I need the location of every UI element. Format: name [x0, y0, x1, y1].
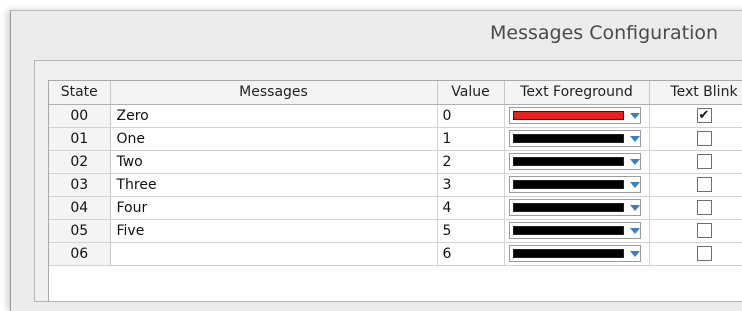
value-cell[interactable]: 5 [437, 219, 505, 243]
window-title: Messages Configuration [490, 22, 719, 44]
text-blink-cell: ✔ [649, 104, 742, 128]
state-cell: 00 [49, 104, 111, 128]
table-row[interactable]: 02 Two 2 [49, 150, 742, 174]
text-blink-cell [649, 242, 742, 266]
state-cell: 03 [49, 173, 111, 197]
color-swatch [512, 226, 624, 235]
table-row[interactable]: 03 Three 3 [49, 173, 742, 197]
value-cell[interactable]: 2 [437, 150, 505, 174]
text-blink-checkbox[interactable] [696, 246, 712, 261]
value-cell[interactable]: 4 [437, 196, 505, 220]
column-header-messages[interactable]: Messages [110, 81, 438, 105]
state-cell: 01 [49, 127, 111, 151]
text-foreground-dropdown[interactable] [508, 222, 641, 239]
text-foreground-cell [504, 104, 650, 128]
message-cell[interactable]: Four [110, 196, 438, 220]
text-blink-cell [649, 127, 742, 151]
column-header-text-foreground[interactable]: Text Foreground [504, 81, 650, 105]
message-cell[interactable]: Zero [110, 104, 438, 128]
table-row[interactable]: 06 6 [49, 242, 742, 266]
value-cell[interactable]: 3 [437, 173, 505, 197]
text-foreground-dropdown[interactable] [508, 245, 641, 262]
header-row: State Messages Value Text Foreground Tex… [49, 81, 742, 105]
text-blink-cell [649, 219, 742, 243]
text-foreground-cell [504, 219, 650, 243]
column-header-text-blink[interactable]: Text Blink [649, 81, 742, 105]
text-blink-checkbox[interactable] [696, 154, 712, 169]
message-cell[interactable]: One [110, 127, 438, 151]
text-foreground-cell [504, 173, 650, 197]
message-cell[interactable]: Two [110, 150, 438, 174]
chevron-down-icon[interactable] [629, 181, 640, 188]
color-swatch [512, 203, 624, 212]
text-foreground-cell [504, 196, 650, 220]
text-blink-checkbox[interactable] [696, 131, 712, 146]
text-foreground-dropdown[interactable] [508, 176, 641, 193]
state-cell: 02 [49, 150, 111, 174]
color-swatch [512, 157, 624, 166]
text-foreground-dropdown[interactable] [508, 153, 641, 170]
text-blink-checkbox[interactable] [696, 223, 712, 238]
text-foreground-dropdown[interactable] [508, 130, 641, 147]
column-header-value[interactable]: Value [437, 81, 505, 105]
message-cell[interactable] [110, 242, 438, 266]
text-foreground-dropdown[interactable] [508, 107, 641, 124]
text-foreground-cell [504, 242, 650, 266]
text-foreground-cell [504, 127, 650, 151]
column-header-state[interactable]: State [49, 81, 111, 105]
table-row[interactable]: 04 Four 4 [49, 196, 742, 220]
chevron-down-icon[interactable] [629, 135, 640, 142]
message-cell[interactable]: Five [110, 219, 438, 243]
value-cell[interactable]: 6 [437, 242, 505, 266]
text-blink-checkbox[interactable]: ✔ [696, 108, 712, 123]
chevron-down-icon[interactable] [629, 250, 640, 257]
chevron-down-icon[interactable] [629, 204, 640, 211]
color-swatch [512, 249, 624, 258]
text-blink-cell [649, 150, 742, 174]
text-blink-cell [649, 196, 742, 220]
state-cell: 04 [49, 196, 111, 220]
check-icon: ✔ [698, 108, 710, 123]
chevron-down-icon[interactable] [629, 112, 640, 119]
text-foreground-dropdown[interactable] [508, 199, 641, 216]
color-swatch [512, 111, 624, 120]
text-foreground-cell [504, 150, 650, 174]
table-row[interactable]: 05 Five 5 [49, 219, 742, 243]
text-blink-cell [649, 173, 742, 197]
message-cell[interactable]: Three [110, 173, 438, 197]
value-cell[interactable]: 0 [437, 104, 505, 128]
state-cell: 05 [49, 219, 111, 243]
table-row[interactable]: 01 One 1 [49, 127, 742, 151]
table-row[interactable]: 00 Zero 0 ✔ [49, 104, 742, 128]
color-swatch [512, 180, 624, 189]
messages-grid: State Messages Value Text Foreground Tex… [48, 80, 742, 301]
value-cell[interactable]: 1 [437, 127, 505, 151]
chevron-down-icon[interactable] [629, 227, 640, 234]
color-swatch [512, 134, 624, 143]
text-blink-checkbox[interactable] [696, 200, 712, 215]
messages-table: State Messages Value Text Foreground Tex… [49, 81, 742, 266]
chevron-down-icon[interactable] [629, 158, 640, 165]
text-blink-checkbox[interactable] [696, 177, 712, 192]
state-cell: 06 [49, 242, 111, 266]
